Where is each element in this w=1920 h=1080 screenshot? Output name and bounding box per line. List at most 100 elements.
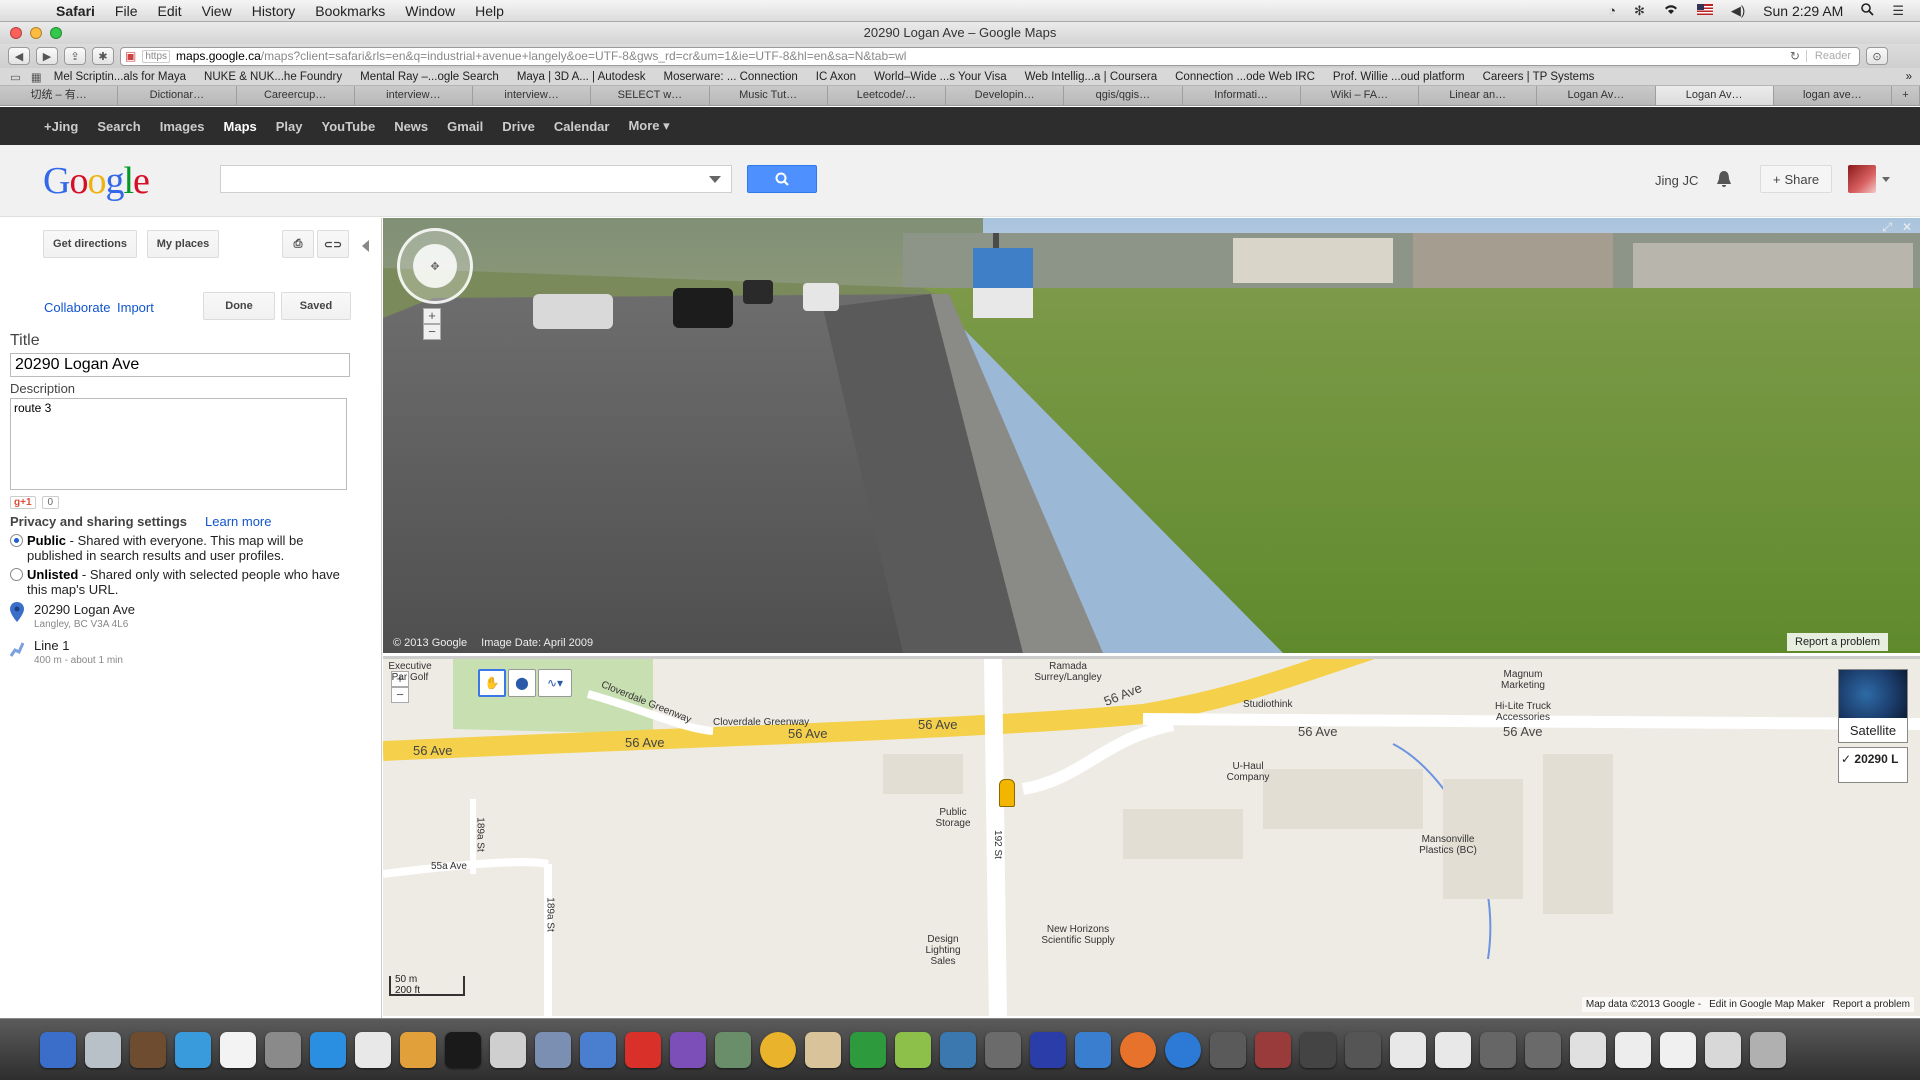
place-label[interactable]: Ramada Surrey/Langley	[1023, 661, 1113, 683]
tab-active[interactable]: Logan Av…	[1655, 86, 1774, 105]
gbar-search[interactable]: Search	[97, 119, 140, 134]
satellite-toggle[interactable]: Satellite	[1838, 669, 1908, 743]
unlisted-radio[interactable]	[10, 568, 23, 581]
wifi-icon[interactable]	[1663, 3, 1679, 18]
terminal-icon[interactable]	[445, 1031, 481, 1068]
app-store-icon[interactable]	[1165, 1031, 1201, 1068]
link-button[interactable]: ⊂⊃	[317, 230, 349, 258]
system-preferences-icon[interactable]	[265, 1031, 301, 1068]
bookmarks-overflow-icon[interactable]: »	[1906, 71, 1912, 83]
tab[interactable]: Dictionar…	[118, 86, 237, 105]
bookmark-item[interactable]: Careers | TP Systems	[1483, 71, 1595, 83]
street-view-compass[interactable]: ✥	[397, 228, 473, 304]
gbar-images[interactable]: Images	[160, 119, 205, 134]
gbar-maps[interactable]: Maps	[224, 119, 257, 134]
reading-list-icon[interactable]: ▭	[10, 70, 21, 84]
get-directions-button[interactable]: Get directions	[43, 230, 137, 258]
close-window-button[interactable]	[10, 27, 22, 39]
extension-button[interactable]: ✱	[92, 47, 114, 65]
minimized-window-icon[interactable]	[1210, 1031, 1246, 1068]
pan-arrows-icon[interactable]: ✥	[413, 244, 457, 288]
launchpad-icon[interactable]	[85, 1031, 121, 1068]
map-zoom-out-button[interactable]: −	[391, 687, 409, 703]
finder-icon[interactable]	[40, 1031, 76, 1068]
place-label[interactable]: New Horizons Scientific Supply	[1028, 924, 1128, 946]
sv-zoom-out-button[interactable]: −	[423, 324, 441, 340]
tab[interactable]: interview…	[473, 86, 592, 105]
audio-app-icon[interactable]	[1030, 1031, 1066, 1068]
back-button[interactable]: ◀	[8, 47, 30, 65]
word-icon[interactable]	[310, 1031, 346, 1068]
app-icon[interactable]	[715, 1031, 751, 1068]
place-label[interactable]: Executive Par Golf	[385, 661, 435, 683]
tab[interactable]: Developin…	[946, 86, 1065, 105]
acrobat-icon[interactable]	[625, 1031, 661, 1068]
place-label[interactable]: Hi-Lite Truck Accessories	[1483, 701, 1563, 723]
archive-icon[interactable]	[805, 1031, 841, 1068]
calendar-icon[interactable]	[220, 1031, 256, 1068]
app-icon[interactable]	[490, 1031, 526, 1068]
minimized-window-icon[interactable]	[1300, 1031, 1336, 1068]
search-dropdown-icon[interactable]	[709, 176, 721, 183]
pegman-icon[interactable]	[999, 779, 1015, 807]
firefox-icon[interactable]	[1120, 1031, 1156, 1068]
bookmark-item[interactable]: Maya | 3D A... | Autodesk	[517, 71, 646, 83]
gbar-profile[interactable]: +Jing	[44, 119, 78, 134]
bookmark-item[interactable]: Mental Ray –...ogle Search	[360, 71, 499, 83]
menu-window[interactable]: Window	[405, 3, 455, 19]
public-radio[interactable]	[10, 534, 23, 547]
safari-icon[interactable]	[175, 1031, 211, 1068]
bookmark-item[interactable]: World–Wide ...s Your Visa	[874, 71, 1007, 83]
time-machine-icon[interactable]: ◔	[1608, 3, 1616, 18]
bookmark-item[interactable]: Connection ...ode Web IRC	[1175, 71, 1315, 83]
bookmark-item[interactable]: Prof. Willie ...oud platform	[1333, 71, 1465, 83]
menu-view[interactable]: View	[202, 3, 232, 19]
minimized-window-icon[interactable]	[1705, 1031, 1741, 1068]
add-placemark-button[interactable]: ⬤	[508, 669, 536, 697]
menu-bookmarks[interactable]: Bookmarks	[315, 3, 385, 19]
collapse-panel-icon[interactable]	[362, 240, 369, 252]
menu-history[interactable]: History	[252, 3, 296, 19]
place-label[interactable]: U-Haul Company	[1218, 761, 1278, 783]
gbar-drive[interactable]: Drive	[502, 119, 535, 134]
tab[interactable]: Linear an…	[1419, 86, 1538, 105]
notification-center-icon[interactable]: ☰	[1892, 3, 1904, 19]
downloads-button[interactable]: ⊙	[1866, 47, 1888, 65]
place-label[interactable]: Magnum Marketing	[1488, 669, 1558, 691]
menu-app[interactable]: Safari	[56, 3, 95, 19]
minimized-window-icon[interactable]	[1345, 1031, 1381, 1068]
reader-button[interactable]: Reader	[1805, 50, 1859, 62]
trash-icon[interactable]	[1750, 1031, 1786, 1068]
qgis-icon[interactable]	[895, 1031, 931, 1068]
place-label[interactable]: Studiothink	[1243, 699, 1292, 710]
edit-in-map-maker-link[interactable]: Edit in Google Map Maker	[1709, 999, 1825, 1010]
draw-line-button[interactable]: ∿▾	[538, 669, 572, 697]
tab[interactable]: SELECT w…	[591, 86, 710, 105]
gbar-youtube[interactable]: YouTube	[322, 119, 376, 134]
dashboard-icon[interactable]	[130, 1031, 166, 1068]
bell-icon[interactable]	[1715, 170, 1733, 190]
minimized-window-icon[interactable]	[1525, 1031, 1561, 1068]
minimized-window-icon[interactable]	[1435, 1031, 1471, 1068]
xcode-icon[interactable]	[580, 1031, 616, 1068]
place-label[interactable]: Mansonville Plastics (BC)	[1408, 834, 1488, 856]
layer-selector[interactable]: ✓ 20290 L	[1838, 747, 1908, 783]
menu-file[interactable]: File	[115, 3, 138, 19]
tab[interactable]: Wiki – FA…	[1300, 86, 1419, 105]
minimized-window-icon[interactable]	[1570, 1031, 1606, 1068]
bookmark-item[interactable]: Web Intellig...a | Coursera	[1025, 71, 1158, 83]
fullscreen-icon[interactable]: ⤢	[1882, 220, 1892, 235]
top-sites-icon[interactable]: ▦	[31, 70, 42, 84]
menu-edit[interactable]: Edit	[157, 3, 181, 19]
bookmark-item[interactable]: Mel Scriptin...als for Maya	[54, 71, 186, 83]
feature-placemark[interactable]: 20290 Logan Ave Langley, BC V3A 4L6	[10, 602, 135, 630]
tab[interactable]: Leetcode/…	[827, 86, 946, 105]
plus-one-button[interactable]: g+1	[10, 496, 36, 509]
tab[interactable]: 切统 – 有…	[0, 86, 119, 105]
tab[interactable]: logan ave…	[1773, 86, 1892, 105]
map-canvas[interactable]: + − ✋ ⬤ ∿▾ 56 Ave 56 Ave 56 Ave 56 Ave 5…	[383, 656, 1920, 1016]
chrome-icon[interactable]	[760, 1031, 796, 1068]
excel-icon[interactable]	[850, 1031, 886, 1068]
tab[interactable]: Careercup…	[236, 86, 355, 105]
clock[interactable]: Sun 2:29 AM	[1763, 3, 1843, 19]
